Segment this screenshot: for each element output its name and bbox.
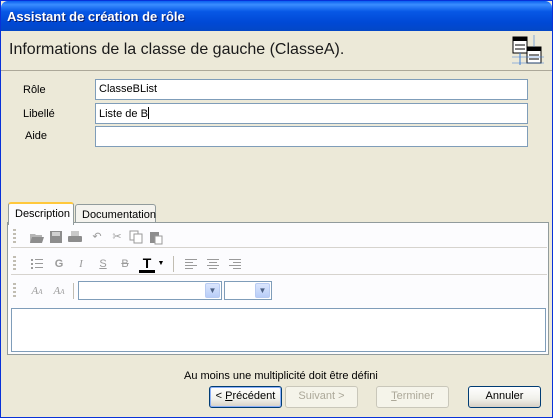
previous-button[interactable]: < Précédent <box>209 386 282 408</box>
strikethrough-button[interactable]: B <box>117 256 133 272</box>
finish-label: erminer <box>396 390 434 402</box>
align-right-icon[interactable] <box>227 256 243 272</box>
cancel-button[interactable]: Annuler <box>468 386 541 408</box>
toolbar-separator <box>73 283 74 299</box>
header-text: Informations de la classe de gauche (Cla… <box>9 41 345 58</box>
edit-toolbar: ↶ ✂ <box>11 226 547 248</box>
previous-mnemonic: P <box>225 390 233 402</box>
save-icon[interactable] <box>48 229 64 245</box>
text-color-button[interactable]: T <box>139 256 155 273</box>
window-title: Assistant de création de rôle <box>7 9 185 24</box>
description-panel: ↶ ✂ G I S B T ▼ AA AA ▼ ▼ <box>7 222 549 355</box>
font-toolbar: AA AA ▼ ▼ <box>11 280 547 302</box>
libelle-value: Liste de B <box>99 108 148 120</box>
align-center-icon[interactable] <box>205 256 221 272</box>
bold-button[interactable]: G <box>51 256 67 272</box>
font-increase-icon[interactable]: AA <box>51 283 67 299</box>
previous-label: récédent <box>232 390 276 402</box>
font-decrease-icon[interactable]: AA <box>29 283 45 299</box>
finish-button[interactable]: Terminer <box>376 386 449 408</box>
font-size-select[interactable]: ▼ <box>224 281 272 300</box>
paste-icon[interactable] <box>148 229 164 245</box>
text-color-dropdown-icon[interactable]: ▼ <box>157 256 165 272</box>
role-label: Rôle <box>23 84 46 96</box>
open-icon[interactable] <box>29 229 45 245</box>
bullet-list-icon[interactable] <box>29 256 45 272</box>
aide-input[interactable] <box>95 126 528 147</box>
chevron-down-icon[interactable]: ▼ <box>205 283 220 298</box>
role-input[interactable]: ClasseBList <box>95 79 528 100</box>
undo-icon[interactable]: ↶ <box>89 229 105 245</box>
align-left-icon[interactable] <box>183 256 199 272</box>
title-bar[interactable]: Assistant de création de rôle <box>1 1 552 31</box>
toolbar-separator <box>173 256 174 272</box>
class-diagram-icon <box>512 35 544 65</box>
format-toolbar: G I S B T ▼ <box>11 253 547 275</box>
libelle-input[interactable]: Liste de B <box>95 103 528 124</box>
previous-prefix: < <box>215 390 226 402</box>
underline-button[interactable]: S <box>95 256 111 272</box>
toolbar-grip[interactable] <box>13 229 16 245</box>
status-message: Au moins une multiplicité doit être défi… <box>184 370 378 382</box>
aide-label: Aide <box>25 130 48 142</box>
next-button[interactable]: Suivant > <box>285 386 358 408</box>
chevron-down-icon[interactable]: ▼ <box>255 283 270 298</box>
toolbar-grip[interactable] <box>13 283 16 299</box>
description-editor[interactable] <box>11 308 546 352</box>
italic-button[interactable]: I <box>73 256 89 272</box>
text-caret <box>147 107 149 119</box>
wizard-window: Assistant de création de rôle Informatio… <box>0 0 553 418</box>
cut-icon[interactable]: ✂ <box>109 229 125 245</box>
wizard-header: Informations de la classe de gauche (Cla… <box>1 31 552 71</box>
font-family-select[interactable]: ▼ <box>78 281 222 300</box>
tab-description[interactable]: Description <box>8 202 74 225</box>
print-icon[interactable] <box>67 229 83 245</box>
copy-icon[interactable] <box>128 229 144 245</box>
libelle-label: Libellé <box>23 108 55 120</box>
toolbar-grip[interactable] <box>13 256 16 272</box>
